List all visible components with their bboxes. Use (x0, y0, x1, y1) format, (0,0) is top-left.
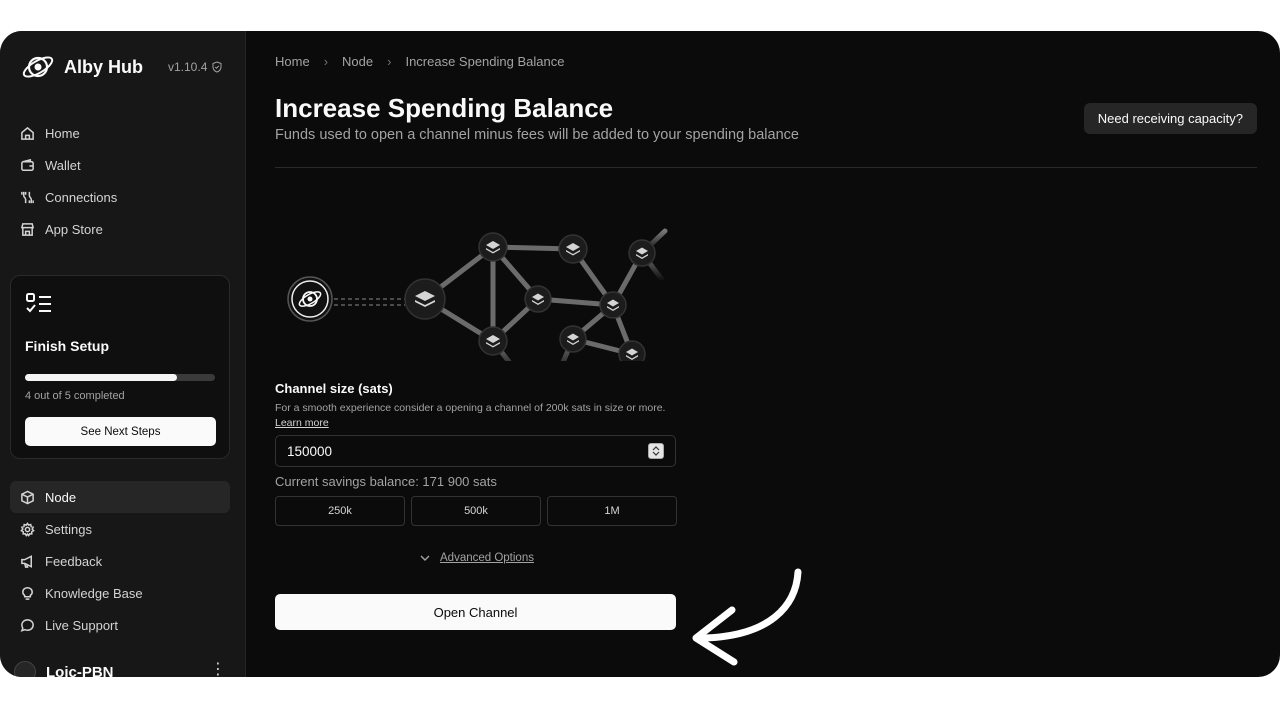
chevron-right-icon: › (387, 54, 392, 69)
advanced-options-toggle[interactable]: Advanced Options (420, 552, 534, 564)
sidebar-item-wallet[interactable]: Wallet (10, 149, 230, 181)
avatar (14, 661, 36, 677)
checklist-icon (26, 293, 51, 313)
setup-progress-bar (25, 374, 215, 381)
version-badge: v1.10.4 (168, 60, 223, 74)
lightbulb-icon (22, 586, 33, 600)
channel-size-hint: For a smooth experience consider a openi… (275, 401, 675, 430)
open-channel-button[interactable]: Open Channel (275, 594, 676, 630)
sidebar-item-label: Feedback (45, 553, 103, 569)
chevron-up-down-icon (652, 446, 660, 456)
store-icon (20, 222, 35, 236)
see-next-steps-button[interactable]: See Next Steps (25, 417, 216, 446)
finish-setup-card: Finish Setup 4 out of 5 completed See Ne… (10, 275, 230, 459)
preset-250k-button[interactable]: 250k (275, 496, 405, 526)
learn-more-link[interactable]: Learn more (275, 417, 329, 429)
sidebar-item-home[interactable]: Home (10, 117, 230, 149)
sidebar-item-label: Live Support (45, 617, 118, 633)
sidebar-item-label: Home (45, 125, 80, 141)
setup-title: Finish Setup (25, 338, 109, 354)
sidebar-item-app-store[interactable]: App Store (10, 213, 230, 245)
preset-500k-button[interactable]: 500k (411, 496, 541, 526)
preset-1m-button[interactable]: 1M (547, 496, 677, 526)
sidebar-item-knowledge-base[interactable]: Knowledge Base (10, 577, 230, 609)
sidebar-item-label: Connections (45, 189, 118, 205)
channel-size-value: 150000 (287, 443, 333, 459)
chevron-right-icon: › (323, 54, 329, 69)
sidebar-item-connections[interactable]: Connections (10, 181, 230, 213)
logo-text: Alby Hub (64, 56, 143, 77)
wallet-icon (21, 158, 34, 171)
node-icon (21, 490, 34, 504)
megaphone-icon (21, 554, 32, 568)
sidebar-item-node[interactable]: Node (10, 481, 230, 513)
alby-logo-icon (22, 56, 54, 78)
amount-presets: 250k 500k 1M (275, 496, 677, 526)
breadcrumb-current: Increase Spending Balance (405, 54, 565, 69)
breadcrumb-node[interactable]: Node (342, 54, 373, 69)
setup-progress-fill (25, 374, 177, 381)
user-name: Loic-PBN (46, 663, 114, 678)
sidebar-item-label: Settings (45, 521, 92, 537)
chevron-down-icon (420, 555, 430, 561)
pointer-arrow-icon (692, 568, 802, 666)
more-vertical-icon[interactable]: ⋮ (210, 659, 226, 677)
sidebar-item-settings[interactable]: Settings (10, 513, 230, 545)
user-profile[interactable]: Loic-PBN (14, 661, 114, 677)
nav-bottom: Node Settings Feedback Knowledge Base Li… (10, 481, 230, 641)
sidebar-item-label: Wallet (45, 157, 81, 173)
savings-balance: Current savings balance: 171 900 sats (275, 474, 497, 489)
logo[interactable]: Alby Hub (20, 49, 143, 85)
network-illustration (287, 228, 668, 361)
sidebar: Alby Hub v1.10.4 Home Wallet Connections… (0, 31, 246, 677)
app-window: Alby Hub v1.10.4 Home Wallet Connections… (0, 31, 1280, 677)
chat-icon (20, 618, 34, 632)
sidebar-item-feedback[interactable]: Feedback (10, 545, 230, 577)
shield-icon (212, 61, 222, 73)
setup-progress-text: 4 out of 5 completed (25, 390, 125, 402)
home-icon (21, 126, 34, 140)
connections-icon (21, 191, 34, 203)
hint-text: For a smooth experience consider a openi… (275, 402, 666, 414)
breadcrumb: Home › Node › Increase Spending Balance (275, 54, 564, 69)
page-subtitle: Funds used to open a channel minus fees … (275, 127, 799, 143)
nav-top: Home Wallet Connections App Store (10, 117, 230, 245)
channel-size-input[interactable]: 150000 (275, 435, 676, 467)
number-stepper[interactable] (648, 443, 664, 459)
sidebar-item-live-support[interactable]: Live Support (10, 609, 230, 641)
breadcrumb-home[interactable]: Home (275, 54, 310, 69)
sidebar-item-label: App Store (45, 221, 103, 237)
channel-size-label: Channel size (sats) (275, 381, 393, 396)
version-text: v1.10.4 (168, 60, 208, 74)
gear-icon (20, 521, 35, 537)
divider (275, 167, 1257, 168)
receiving-capacity-button[interactable]: Need receiving capacity? (1083, 103, 1257, 134)
sidebar-item-label: Node (45, 489, 77, 505)
sidebar-item-label: Knowledge Base (45, 585, 143, 601)
advanced-options-label: Advanced Options (440, 552, 534, 564)
page-title: Increase Spending Balance (275, 93, 614, 123)
